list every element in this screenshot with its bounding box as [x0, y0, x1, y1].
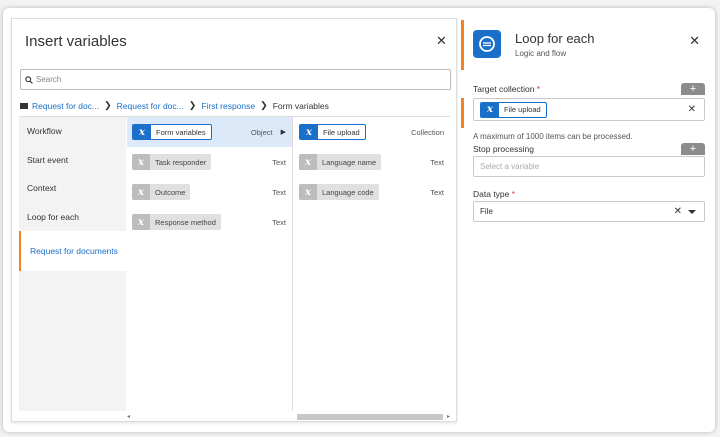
variable-chip[interactable]: x File upload	[299, 124, 366, 140]
nav-item-workflow[interactable]: Workflow	[19, 117, 126, 146]
nav-item-loop-for-each[interactable]: Loop for each	[19, 203, 126, 232]
loop-config-panel: Loop for each Logic and flow ✕ Target co…	[461, 18, 715, 422]
field-placeholder: Select a variable	[480, 162, 540, 171]
variable-icon: x	[133, 125, 151, 139]
label-text: Data type	[473, 189, 510, 199]
panel-title: Loop for each	[515, 31, 595, 46]
breadcrumb-item[interactable]: Request for doc...	[32, 101, 99, 111]
breadcrumb-item[interactable]: First response	[201, 101, 255, 111]
chevron-right-icon: ❯	[188, 100, 197, 110]
variable-chip[interactable]: x Response method	[132, 214, 221, 230]
chevron-down-icon[interactable]	[688, 209, 696, 214]
nav-item-context[interactable]: Context	[19, 174, 126, 203]
variable-chip[interactable]: x File upload	[480, 101, 547, 118]
variable-row[interactable]: x Language name Text	[294, 147, 450, 177]
data-type-select[interactable]: File ✕	[473, 201, 705, 222]
breadcrumb-item[interactable]: Request for doc...	[117, 101, 184, 111]
scroll-left-icon[interactable]: ◂	[127, 413, 130, 420]
variable-label: Language code	[322, 187, 374, 197]
chevron-right-icon: ❯	[260, 100, 268, 110]
variable-type: Text	[430, 187, 444, 197]
scrollbar-thumb[interactable]	[297, 414, 443, 420]
variable-icon: x	[300, 125, 318, 139]
variable-label: Language name	[322, 157, 377, 167]
variable-row[interactable]: x Outcome Text	[127, 177, 292, 207]
nav-item-request-for-documents[interactable]: Request for documents	[19, 231, 126, 271]
variable-label: Form variables	[156, 127, 206, 137]
variable-type: Text	[272, 217, 286, 227]
search-placeholder: Search	[36, 75, 62, 84]
loop-icon	[473, 30, 501, 58]
data-type-label: Data type *	[473, 189, 515, 199]
select-controls: ✕	[674, 206, 696, 217]
variable-label: File upload	[323, 127, 360, 137]
breadcrumb: Request for doc... ❯ Request for doc... …	[20, 100, 329, 111]
variable-icon: x	[481, 102, 499, 117]
clear-icon[interactable]: ✕	[688, 104, 696, 115]
panel-subtitle: Logic and flow	[515, 49, 567, 58]
dialog-title: Insert variables	[25, 33, 127, 50]
app-frame: Insert variables ✕ Search Request for do…	[3, 8, 715, 432]
target-collection-label: Target collection *	[473, 84, 540, 94]
variable-icon: x	[299, 154, 317, 170]
variable-label: File upload	[504, 105, 541, 114]
variable-row[interactable]: x Language code Text	[294, 177, 450, 207]
variable-row[interactable]: x Task responder Text	[127, 147, 292, 177]
insert-variables-dialog: Insert variables ✕ Search Request for do…	[11, 18, 457, 422]
variable-chip[interactable]: x Task responder	[132, 154, 212, 170]
context-nav: Workflow Start event Context Loop for ea…	[19, 117, 126, 411]
variable-chip[interactable]: x Form variables	[132, 124, 212, 140]
variable-type: Object	[250, 127, 273, 137]
breadcrumb-current: Form variables	[272, 100, 329, 111]
required-mark: *	[511, 189, 516, 199]
chevron-right-icon: ❯	[104, 100, 112, 110]
variable-type: Collection	[411, 127, 444, 137]
variables-column: x Form variables Object ▶ x Task respond…	[127, 117, 293, 411]
close-icon[interactable]: ✕	[689, 33, 700, 49]
stop-processing-label: Stop processing	[473, 144, 534, 154]
variable-icon: x	[132, 214, 150, 230]
scroll-right-icon[interactable]: ▸	[447, 413, 450, 420]
label-text: Target collection	[473, 84, 535, 94]
variable-row[interactable]: x Response method Text	[127, 207, 292, 237]
panel-accent-bar	[461, 20, 464, 70]
variable-type: Text	[272, 157, 286, 167]
collection-hint: A maximum of 1000 items can be processed…	[473, 132, 633, 141]
sub-variables-column: x File upload Collection x Language name…	[294, 117, 450, 411]
search-input[interactable]: Search	[20, 69, 451, 90]
selected-value: File	[480, 207, 493, 216]
variable-label: Outcome	[155, 187, 186, 197]
folder-icon	[20, 102, 28, 109]
variable-row[interactable]: x Form variables Object ▶	[127, 117, 292, 147]
variable-icon: x	[132, 184, 150, 200]
target-collection-field[interactable]: x File upload ✕	[473, 98, 705, 121]
required-mark: *	[536, 84, 541, 94]
search-icon	[25, 75, 33, 84]
clear-icon[interactable]: ✕	[674, 206, 682, 217]
insert-variable-button[interactable]: +	[681, 143, 705, 155]
nav-item-start-event[interactable]: Start event	[19, 146, 126, 175]
variable-type: Text	[430, 157, 444, 167]
focus-accent-bar	[461, 98, 464, 128]
variable-icon: x	[299, 184, 317, 200]
variable-chip[interactable]: x Language code	[299, 184, 379, 200]
variable-browser: Workflow Start event Context Loop for ea…	[19, 116, 450, 421]
variable-type: Text	[272, 187, 286, 197]
stop-processing-field[interactable]: Select a variable	[473, 156, 705, 177]
insert-variable-button[interactable]: +	[681, 83, 705, 95]
variable-chip[interactable]: x Language name	[299, 154, 382, 170]
expand-arrow-icon[interactable]: ▶	[281, 128, 286, 136]
variable-label: Task responder	[155, 157, 207, 167]
variable-label: Response method	[155, 217, 216, 227]
horizontal-scrollbar[interactable]: ◂ ▸	[19, 413, 450, 421]
variable-chip[interactable]: x Outcome	[132, 184, 191, 200]
close-icon[interactable]: ✕	[436, 33, 450, 48]
variable-row[interactable]: x File upload Collection	[294, 117, 450, 147]
variable-icon: x	[132, 154, 150, 170]
